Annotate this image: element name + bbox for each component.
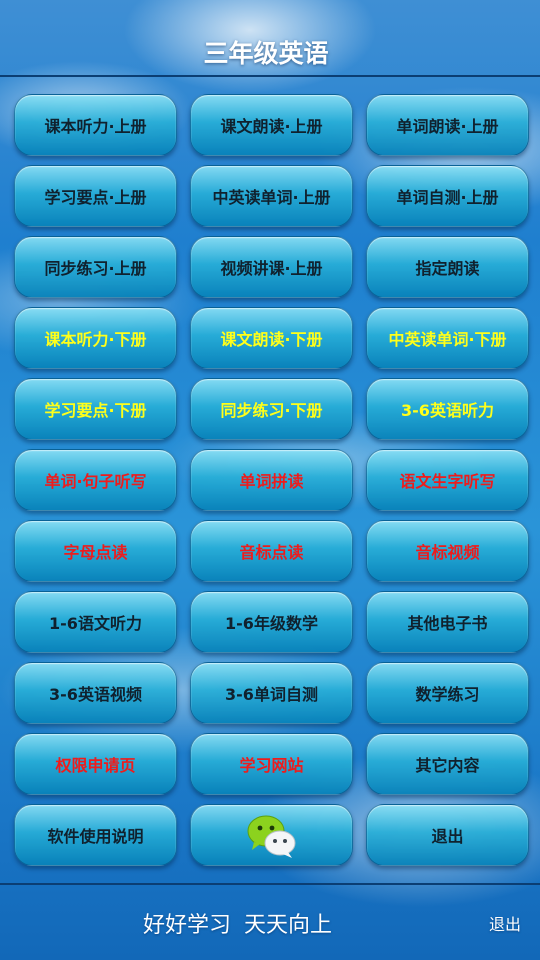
menu-button-text-reading-vol1[interactable]: 课文朗读·上册 (190, 94, 353, 156)
menu-button-textbook-listening-vol1[interactable]: 课本听力·上册 (14, 94, 177, 156)
menu-button-math-practice[interactable]: 数学练习 (366, 662, 529, 724)
footer-exit-link[interactable]: 退出 (489, 911, 521, 935)
menu-button-chinese-character-dictation[interactable]: 语文生字听写 (366, 449, 529, 511)
menu-button-other-content[interactable]: 其它内容 (366, 733, 529, 795)
menu-button-math-grade-1-6[interactable]: 1-6年级数学 (190, 591, 353, 653)
menu-button-english-listening-3-6[interactable]: 3-6英语听力 (366, 378, 529, 440)
menu-button-text-reading-vol2[interactable]: 课文朗读·下册 (190, 307, 353, 369)
footer-motto: 好好学习 天天向上 (143, 913, 332, 938)
menu-button-chinese-listening-1-6[interactable]: 1-6语文听力 (14, 591, 177, 653)
menu-button-sync-practice-vol2[interactable]: 同步练习·下册 (190, 378, 353, 440)
menu-button-textbook-listening-vol2[interactable]: 课本听力·下册 (14, 307, 177, 369)
menu-button-word-reading-vol1[interactable]: 单词朗读·上册 (366, 94, 529, 156)
menu-button-phonetic-video[interactable]: 音标视频 (366, 520, 529, 582)
menu-button-key-points-vol1[interactable]: 学习要点·上册 (14, 165, 177, 227)
exit-button[interactable]: 退出 (366, 804, 529, 866)
menu-button-word-phonics[interactable]: 单词拼读 (190, 449, 353, 511)
menu-button-letter-reading[interactable]: 字母点读 (14, 520, 177, 582)
menu-button-cn-en-words-vol2[interactable]: 中英读单词·下册 (366, 307, 529, 369)
menu-button-user-guide[interactable]: 软件使用说明 (14, 804, 177, 866)
menu-button-word-self-test-vol1[interactable]: 单词自测·上册 (366, 165, 529, 227)
title-bar: 三年级英语 (0, 0, 540, 76)
menu-button-other-ebooks[interactable]: 其他电子书 (366, 591, 529, 653)
footer-bar: 好好学习 天天向上 退出 (0, 885, 540, 960)
menu-button-word-self-test-3-6[interactable]: 3-6单词自测 (190, 662, 353, 724)
menu-button-designated-reading[interactable]: 指定朗读 (366, 236, 529, 298)
menu-button-cn-en-words-vol1[interactable]: 中英读单词·上册 (190, 165, 353, 227)
wechat-share-button[interactable] (190, 804, 353, 866)
menu-button-english-video-3-6[interactable]: 3-6英语视频 (14, 662, 177, 724)
menu-button-learning-websites[interactable]: 学习网站 (190, 733, 353, 795)
menu-button-sync-practice-vol1[interactable]: 同步练习·上册 (14, 236, 177, 298)
header-divider (0, 75, 540, 77)
menu-button-permission-request[interactable]: 权限申请页 (14, 733, 177, 795)
wechat-icon (246, 813, 298, 858)
menu-button-video-lessons-vol1[interactable]: 视频讲课·上册 (190, 236, 353, 298)
page-title: 三年级英语 (203, 39, 329, 68)
menu-button-word-sentence-dictation[interactable]: 单词·句子听写 (14, 449, 177, 511)
menu-button-key-points-vol2[interactable]: 学习要点·下册 (14, 378, 177, 440)
menu-button-phonetic-reading[interactable]: 音标点读 (190, 520, 353, 582)
